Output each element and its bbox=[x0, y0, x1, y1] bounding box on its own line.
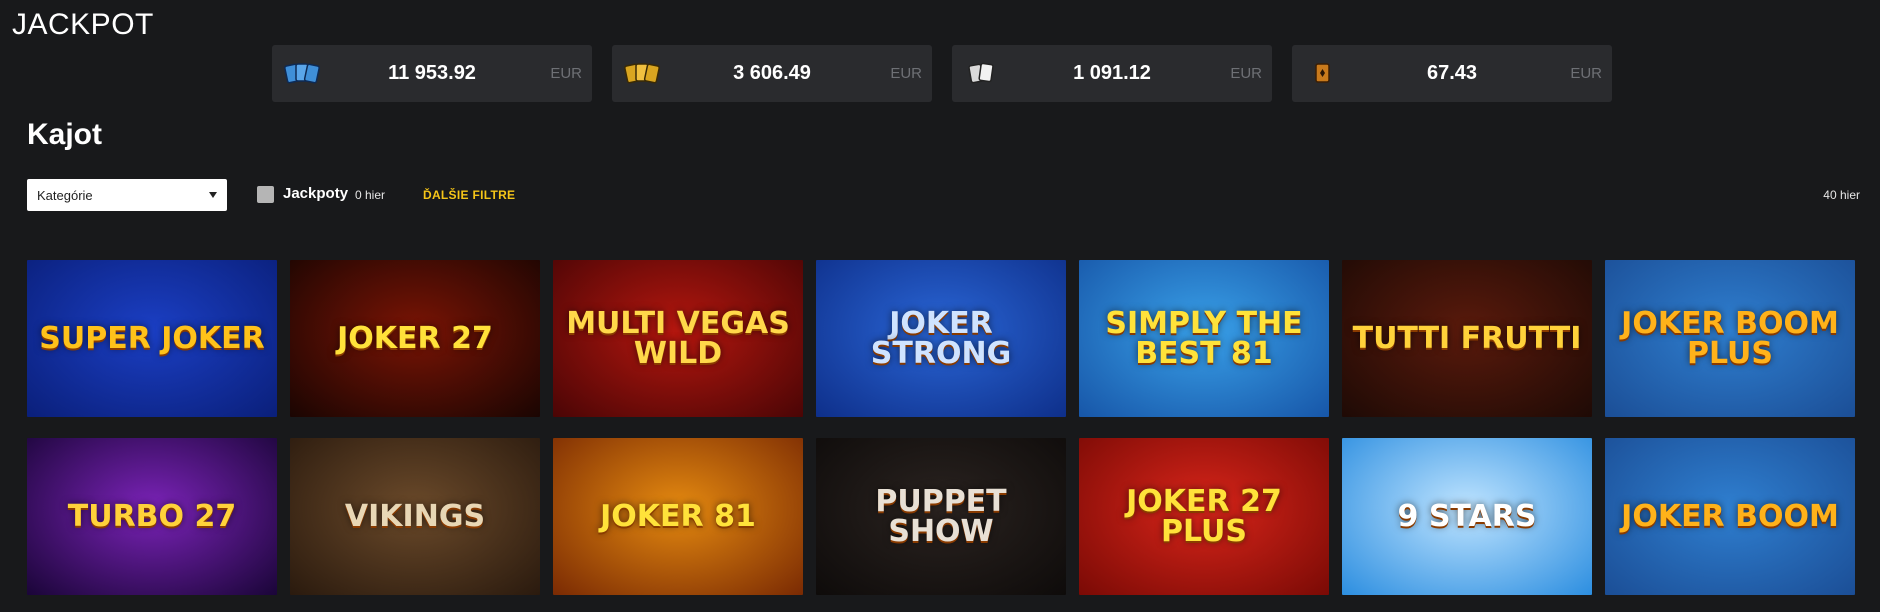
game-title: JOKER STRONG bbox=[870, 305, 1012, 371]
game-title: JOKER BOOM PLUS bbox=[1621, 305, 1839, 371]
game-tile[interactable]: JOKER BOOM bbox=[1605, 438, 1855, 595]
jackpot-amount: 1 091.12 bbox=[1073, 62, 1151, 84]
game-tile[interactable]: Multi VEGAS WILD bbox=[553, 260, 803, 417]
jackpot-currency: EUR bbox=[1230, 65, 1262, 82]
jackpot-title: JACKPOT bbox=[12, 8, 154, 41]
jackpot-cards: 11 953.92 EUR 3 606.49 EUR 1 091.12 EUR … bbox=[272, 45, 1612, 102]
chevron-down-icon bbox=[209, 192, 217, 198]
filter-bar: Kategórie Jackpoty 0 hier ĎALŠIE FILTRE … bbox=[27, 179, 1860, 212]
game-title: Joker 27 bbox=[337, 320, 493, 356]
game-grid: SUPER JOKER Joker 27 Multi VEGAS WILD JO… bbox=[27, 260, 1855, 595]
section-title: Kajot bbox=[27, 118, 102, 151]
jackpot-card-3[interactable]: 1 091.12 EUR bbox=[952, 45, 1272, 102]
more-filters-link[interactable]: ĎALŠIE FILTRE bbox=[423, 188, 515, 202]
game-tile[interactable]: JOKER 81 bbox=[553, 438, 803, 595]
game-title: JOKER 27 Plus bbox=[1126, 483, 1282, 549]
game-title: TUTTI FRUTTI bbox=[1352, 320, 1582, 356]
game-tile[interactable]: 9 STARS bbox=[1342, 438, 1592, 595]
game-tile[interactable]: JOKER BOOM PLUS bbox=[1605, 260, 1855, 417]
game-title: VIKINGS bbox=[344, 498, 486, 534]
game-title: 9 STARS bbox=[1397, 498, 1537, 534]
jackpot-checkbox[interactable] bbox=[257, 186, 274, 203]
game-title: Multi VEGAS WILD bbox=[566, 305, 790, 371]
jackpot-card-1[interactable]: 11 953.92 EUR bbox=[272, 45, 592, 102]
jackpot-amount: 67.43 bbox=[1426, 62, 1478, 84]
total-games-count: 40 hier bbox=[1823, 188, 1860, 202]
game-tile[interactable]: JOKER STRONG bbox=[816, 260, 1066, 417]
game-title: SUPER JOKER bbox=[39, 320, 265, 356]
jackpot-amount: 3 606.49 bbox=[733, 62, 811, 84]
game-title: SIMPLY THE BEST 81 bbox=[1105, 305, 1303, 371]
jackpot-currency: EUR bbox=[550, 65, 582, 82]
game-title: JOKER BOOM bbox=[1621, 498, 1839, 534]
game-title: TURBO 27 bbox=[67, 498, 237, 534]
jackpot-card-4[interactable]: 67.43 EUR bbox=[1292, 45, 1612, 102]
game-tile[interactable]: VIKINGS bbox=[290, 438, 540, 595]
game-tile[interactable]: JOKER 27 Plus bbox=[1079, 438, 1329, 595]
category-select-value: Kategórie bbox=[37, 187, 93, 203]
jackpot-count: 0 hier bbox=[355, 188, 386, 202]
jackpot-currency: EUR bbox=[890, 65, 922, 82]
game-tile[interactable]: Joker 27 bbox=[290, 260, 540, 417]
game-tile[interactable]: SUPER JOKER bbox=[27, 260, 277, 417]
category-select[interactable]: Kategórie bbox=[27, 179, 227, 211]
game-title: PUPPET SHOW bbox=[875, 483, 1007, 549]
game-tile[interactable]: SIMPLY THE BEST 81 bbox=[1079, 260, 1329, 417]
jackpot-amount: 11 953.92 bbox=[388, 62, 476, 84]
game-tile[interactable]: PUPPET SHOW bbox=[816, 438, 1066, 595]
jackpot-currency: EUR bbox=[1570, 65, 1602, 82]
jackpot-card-2[interactable]: 3 606.49 EUR bbox=[612, 45, 932, 102]
game-tile[interactable]: TUTTI FRUTTI bbox=[1342, 260, 1592, 417]
jackpot-checkbox-label[interactable]: Jackpoty bbox=[283, 185, 348, 202]
game-title: JOKER 81 bbox=[600, 498, 756, 534]
game-tile[interactable]: TURBO 27 bbox=[27, 438, 277, 595]
